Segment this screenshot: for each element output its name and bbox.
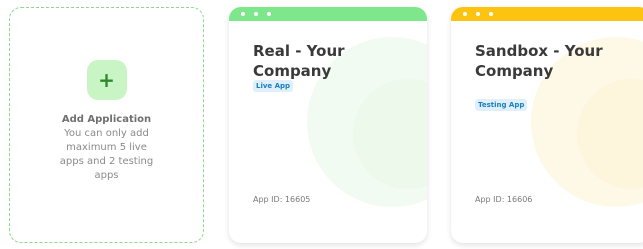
plus-icon: + <box>98 68 115 92</box>
app-title: Sandbox - Your Company <box>475 42 603 80</box>
add-application-title: Add Application <box>61 114 152 125</box>
add-application-card[interactable]: + Add Application You can only add maxim… <box>9 7 204 243</box>
app-id: App ID: 16605 <box>253 195 311 204</box>
app-card-sandbox[interactable]: Sandbox - Your Company Testing App App I… <box>451 7 643 243</box>
testing-app-badge: Testing App <box>475 99 528 111</box>
card-topbar <box>451 7 643 21</box>
add-application-description: You can only add maximum 5 live apps and… <box>59 128 154 181</box>
card-topbar <box>229 7 427 21</box>
live-app-badge: Live App <box>253 80 294 92</box>
app-title: Real - Your Company <box>253 42 345 80</box>
app-id: App ID: 16606 <box>475 195 533 204</box>
window-dot <box>241 12 245 16</box>
window-dot <box>476 12 480 16</box>
add-application-button[interactable]: + <box>86 60 127 100</box>
window-dot <box>254 12 258 16</box>
window-dot <box>489 12 493 16</box>
app-card-real[interactable]: Real - Your Company Live App App ID: 166… <box>229 7 427 243</box>
window-dot <box>463 12 467 16</box>
window-dot <box>267 12 271 16</box>
